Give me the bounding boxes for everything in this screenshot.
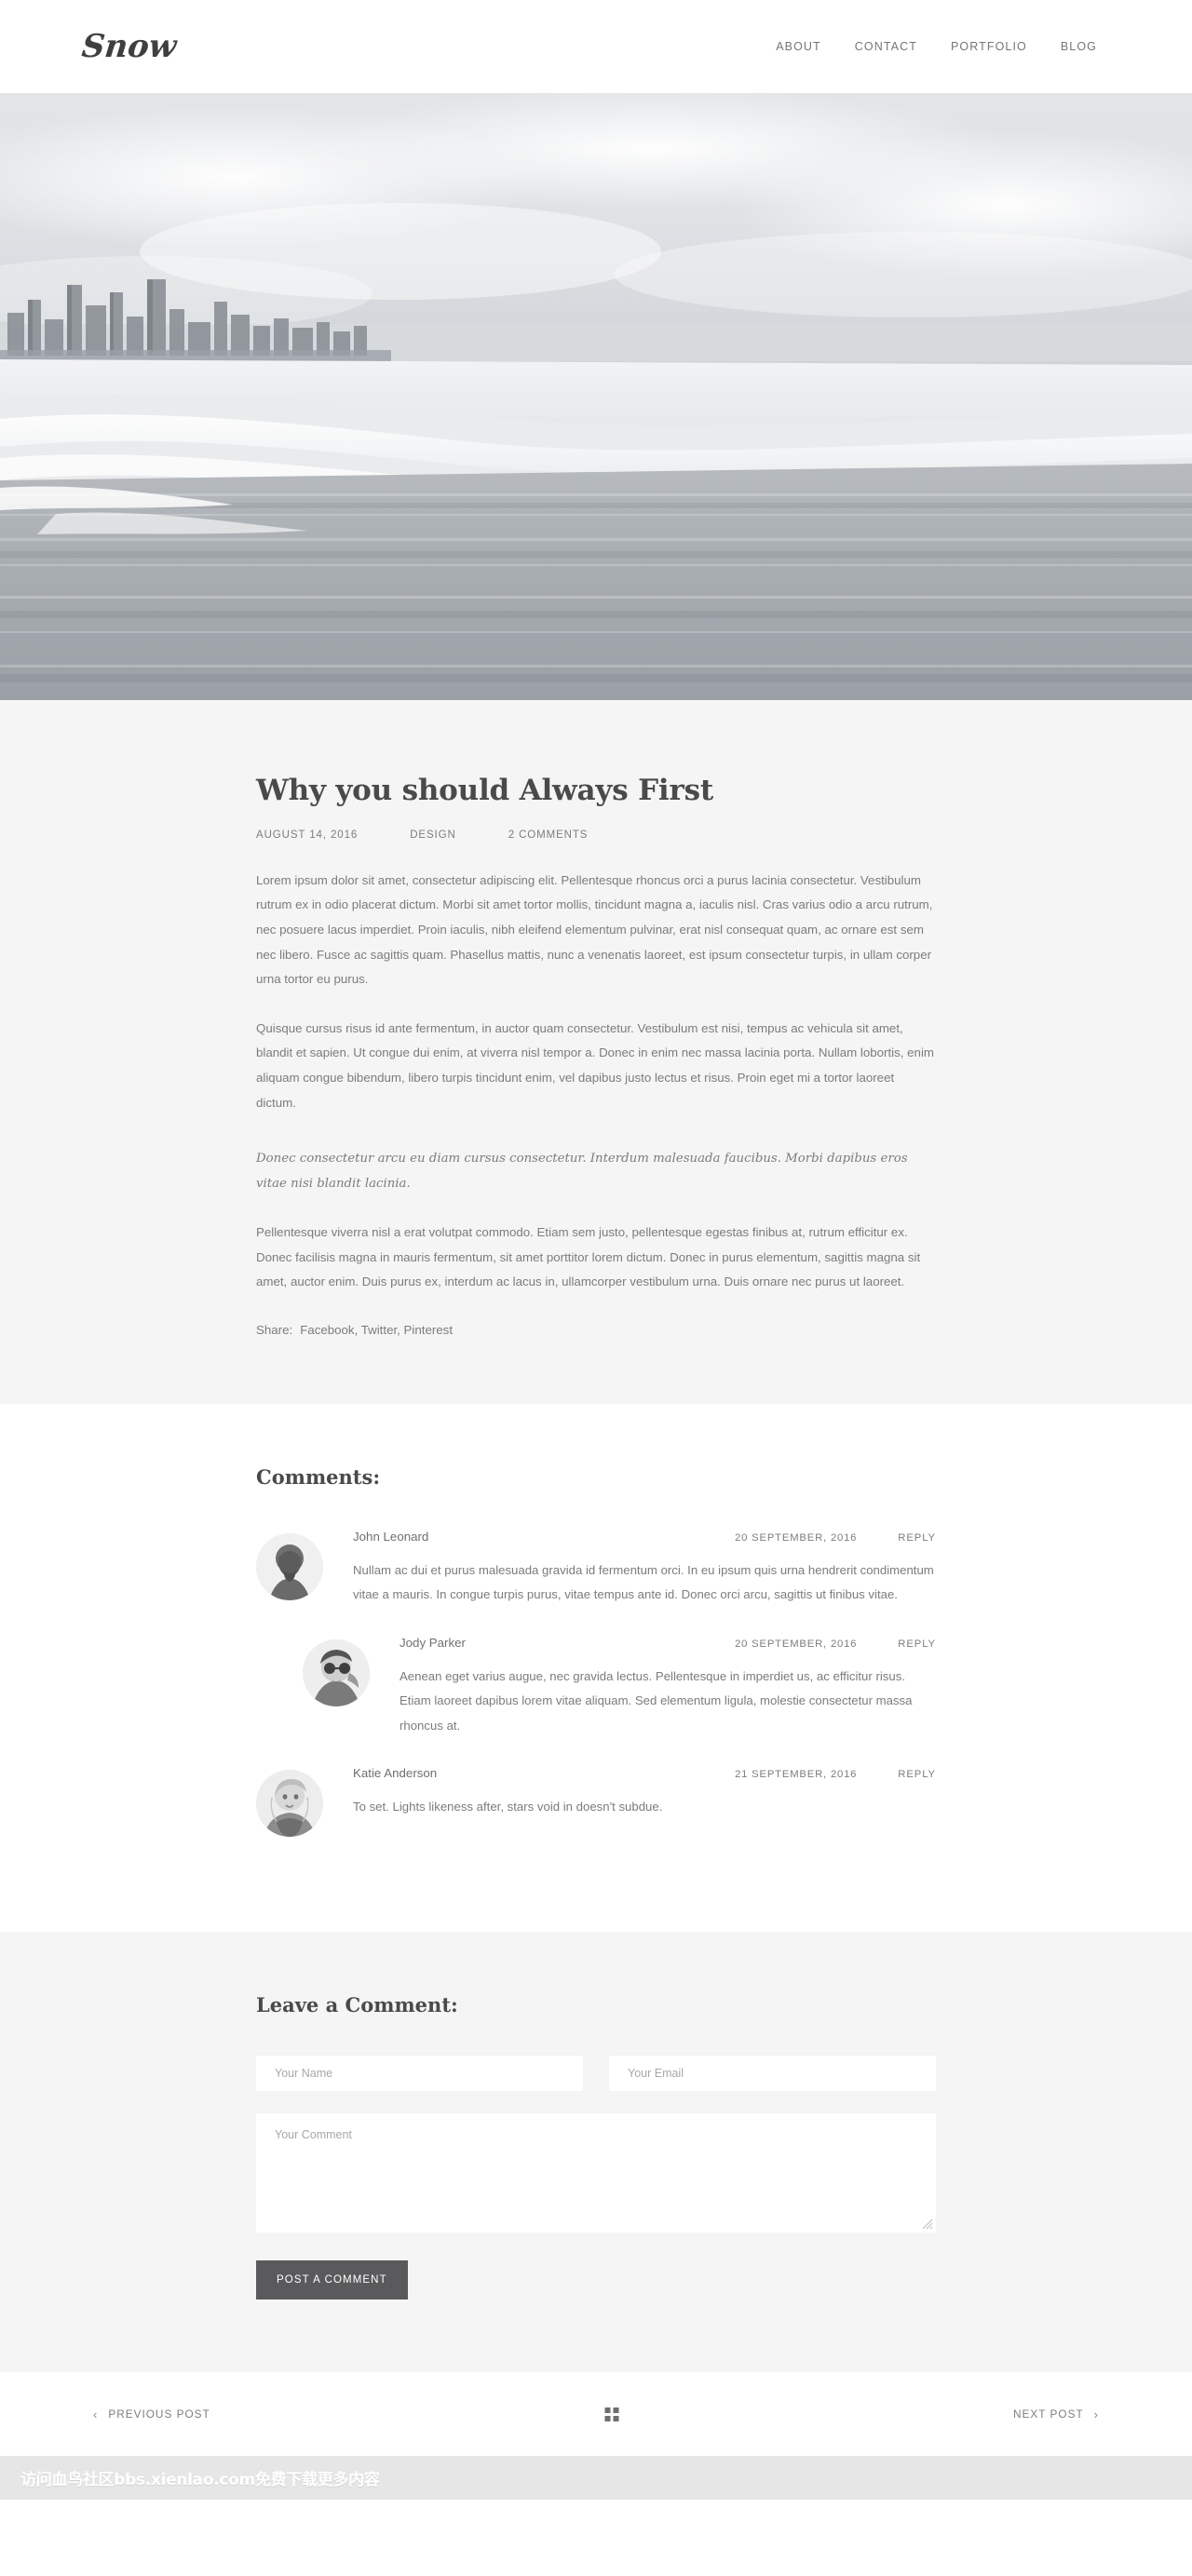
hero-image (0, 93, 1192, 700)
article-section: Why you should Always First AUGUST 14, 2… (0, 700, 1192, 1405)
post-navigation: ‹ PREVIOUS POST NEXT POST › (0, 2372, 1192, 2457)
post-category[interactable]: DESIGN (410, 829, 456, 841)
avatar (256, 1533, 323, 1601)
comment-body: Katie Anderson 21 SEPTEMBER, 2016 REPLY … (353, 1764, 936, 1819)
comment-text: Aenean eget varius augue, nec gravida le… (400, 1668, 913, 1733)
post-paragraph-3: Pellentesque viverra nisl a erat volutpa… (256, 1225, 921, 1289)
nav-item-portfolio[interactable]: PORTFOLIO (951, 40, 1027, 53)
post-comment-count[interactable]: 2 COMMENTS (508, 829, 589, 841)
grid-icon[interactable] (604, 2407, 619, 2421)
next-post-label: NEXT POST (1013, 2407, 1084, 2421)
name-input[interactable] (256, 2056, 583, 2092)
previous-post-label: PREVIOUS POST (108, 2407, 210, 2421)
grid-cell (604, 2415, 611, 2421)
comment-author: John Leonard (353, 1530, 429, 1544)
site-header: Snow ABOUT CONTACT PORTFOLIO BLOG (0, 0, 1192, 93)
post-comment-button[interactable]: POST A COMMENT (256, 2260, 408, 2300)
form-row-name-email (256, 2056, 936, 2092)
avatar (256, 1770, 323, 1838)
comment-body: Jody Parker 20 SEPTEMBER, 2016 REPLY Aen… (400, 1634, 936, 1738)
comment-item: John Leonard 20 SEPTEMBER, 2016 REPLY Nu… (256, 1528, 936, 1608)
post-paragraph-2: Quisque cursus risus id ante fermentum, … (256, 1020, 934, 1110)
comment-item: Jody Parker 20 SEPTEMBER, 2016 REPLY Aen… (256, 1634, 936, 1738)
share-links[interactable]: Facebook, Twitter, Pinterest (300, 1323, 453, 1337)
comment-header: Jody Parker 20 SEPTEMBER, 2016 REPLY (400, 1636, 936, 1650)
post-meta: AUGUST 14, 2016 DESIGN 2 COMMENTS (256, 829, 936, 841)
comment-author: Katie Anderson (353, 1766, 438, 1781)
avatar (303, 1639, 370, 1706)
comment-date: 21 SEPTEMBER, 2016 (735, 1769, 858, 1781)
page-title: Why you should Always First (256, 774, 713, 807)
grid-cell (604, 2407, 611, 2413)
chevron-left-icon: ‹ (93, 2407, 99, 2421)
reply-link[interactable]: REPLY (898, 1639, 936, 1650)
comment-text: To set. Lights likeness after, stars voi… (353, 1800, 663, 1814)
share-label: Share: (256, 1323, 293, 1338)
comment-header: John Leonard 20 SEPTEMBER, 2016 REPLY (353, 1530, 936, 1544)
comment-body: John Leonard 20 SEPTEMBER, 2016 REPLY Nu… (353, 1528, 936, 1608)
reply-link[interactable]: REPLY (898, 1769, 936, 1780)
comment-header: Katie Anderson 21 SEPTEMBER, 2016 REPLY (353, 1766, 936, 1780)
comment-date: 20 SEPTEMBER, 2016 (735, 1638, 858, 1650)
site-logo[interactable]: Snow (56, 28, 178, 65)
watermark-bar: 访问血鸟社区bbs.xienlao.com免费下载更多内容 (0, 2456, 1192, 2501)
comment-textarea[interactable] (256, 2113, 936, 2233)
form-row-comment (256, 2113, 936, 2233)
reply-link[interactable]: REPLY (898, 1532, 936, 1544)
comments-section: Comments: John Leonard 20 SEPTEMBER, 201… (0, 1404, 1192, 1933)
comment-author: Jody Parker (400, 1635, 466, 1650)
comments-heading: Comments: (256, 1465, 381, 1490)
post-date: AUGUST 14, 2016 (256, 829, 359, 841)
comment-item: Katie Anderson 21 SEPTEMBER, 2016 REPLY … (256, 1764, 936, 1838)
previous-post-link[interactable]: ‹ PREVIOUS POST (93, 2407, 210, 2421)
grid-cell (613, 2415, 619, 2421)
main-navigation: ABOUT CONTACT PORTFOLIO BLOG (776, 40, 1134, 53)
post-paragraph-1: Lorem ipsum dolor sit amet, consectetur … (256, 872, 933, 987)
nav-item-contact[interactable]: CONTACT (855, 40, 917, 53)
post-nav-center (210, 2407, 1013, 2421)
grid-cell (613, 2407, 619, 2413)
share-row: Share: Facebook, Twitter, Pinterest (256, 1323, 936, 1337)
comment-form-section: Leave a Comment: POST A COMMENT (0, 1932, 1192, 2373)
post-body: Lorem ipsum dolor sit amet, consectetur … (256, 869, 936, 1337)
next-post-link[interactable]: NEXT POST › (1013, 2407, 1099, 2421)
leave-comment-heading: Leave a Comment: (256, 1993, 458, 2017)
watermark-text: 访问血鸟社区bbs.xienlao.com免费下载更多内容 (20, 2471, 380, 2490)
chevron-right-icon: › (1093, 2407, 1099, 2421)
email-input[interactable] (609, 2056, 936, 2092)
post-blockquote: Donec consectetur arcu eu diam cursus co… (256, 1152, 908, 1191)
comment-date: 20 SEPTEMBER, 2016 (735, 1532, 858, 1544)
comment-list: John Leonard 20 SEPTEMBER, 2016 REPLY Nu… (256, 1528, 936, 1838)
page-root: Snow ABOUT CONTACT PORTFOLIO BLOG Why yo… (0, 0, 1192, 2501)
comment-text: Nullam ac dui et purus malesuada gravida… (353, 1563, 934, 1602)
nav-item-about[interactable]: ABOUT (776, 40, 821, 53)
nav-item-blog[interactable]: BLOG (1061, 40, 1097, 53)
